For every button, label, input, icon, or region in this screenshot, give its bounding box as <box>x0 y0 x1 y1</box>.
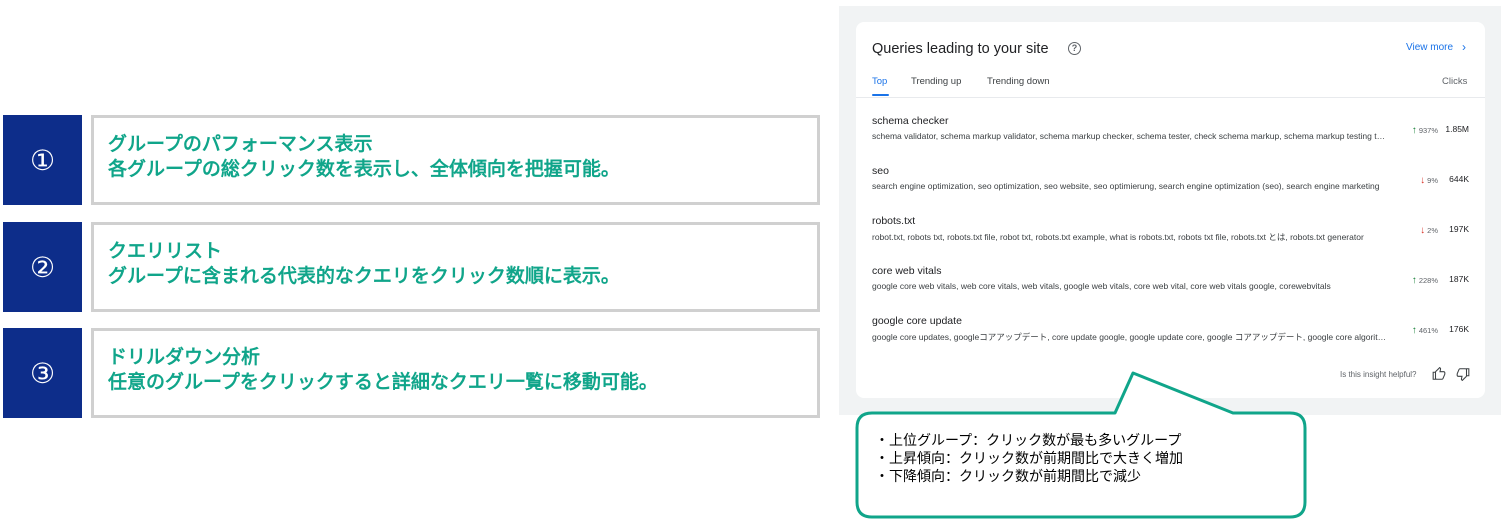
feature-description-box-2: クエリリスト グループに含まれる代表的なクエリをクリック数順に表示。 <box>91 222 820 312</box>
callout-line-top: ・上位グループ：クリック数が最も多いグループ <box>875 433 1182 449</box>
clicks-column-header: Clicks <box>1442 76 1468 87</box>
query-trend: ↓ 2% <box>1396 225 1438 236</box>
helpful-prompt: Is this insight helpful? <box>1340 370 1417 379</box>
arrow-up-icon: ↑ <box>1411 325 1417 336</box>
arrow-down-icon: ↓ <box>1420 225 1426 236</box>
query-trend: ↑ 937% <box>1396 125 1438 136</box>
thumbs-up-icon[interactable] <box>1432 367 1446 381</box>
tabs-divider <box>856 97 1485 98</box>
feature-row-3: ③ ドリルダウン分析 任意のグループをクリックすると詳細なクエリ一覧に移動可能。 <box>3 328 820 418</box>
query-variants: google core updates, googleコアアップデート, cor… <box>872 332 1387 342</box>
query-title: google core update <box>872 315 962 327</box>
query-clicks: 187K <box>1449 274 1469 284</box>
feature-description-box-3: ドリルダウン分析 任意のグループをクリックすると詳細なクエリ一覧に移動可能。 <box>91 328 820 418</box>
query-title: seo <box>872 165 889 177</box>
feature-text-3: 任意のグループをクリックすると詳細なクエリ一覧に移動可能。 <box>108 371 658 393</box>
feature-title-2: クエリリスト <box>108 240 223 262</box>
feature-title-1: グループのパフォーマンス表示 <box>108 133 373 155</box>
query-clicks: 176K <box>1449 324 1469 334</box>
chevron-right-icon[interactable]: › <box>1462 40 1466 54</box>
view-more-link[interactable]: View more <box>1406 42 1453 53</box>
query-trend-value: 9% <box>1427 176 1438 185</box>
query-variants: robot.txt, robots txt, robots.txt file, … <box>872 232 1364 242</box>
query-trend-value: 2% <box>1427 226 1438 235</box>
help-icon[interactable]: ? <box>1068 42 1081 55</box>
feature-number-1: ① <box>3 115 82 205</box>
feature-number-3: ③ <box>3 328 82 418</box>
query-trend: ↓ 9% <box>1396 175 1438 186</box>
arrow-up-icon: ↑ <box>1411 275 1417 286</box>
query-title: robots.txt <box>872 215 916 227</box>
query-clicks: 644K <box>1449 174 1469 184</box>
query-variants: schema validator, schema markup validato… <box>872 131 1387 141</box>
query-trend-value: 937% <box>1418 126 1438 135</box>
query-row[interactable]: seo search engine optimization, seo opti… <box>856 165 1485 209</box>
query-trend: ↑ 461% <box>1396 325 1438 336</box>
feature-row-1: ① グループのパフォーマンス表示 各グループの総クリック数を表示し、全体傾向を把… <box>3 115 820 205</box>
active-tab-indicator <box>872 94 889 96</box>
tab-trending-up[interactable]: Trending up <box>911 76 961 87</box>
query-variants: search engine optimization, seo optimiza… <box>872 181 1380 191</box>
query-row[interactable]: robots.txt robot.txt, robots txt, robots… <box>856 215 1485 259</box>
query-title: schema checker <box>872 115 949 127</box>
query-clicks: 1.85M <box>1445 124 1469 134</box>
feature-number-2: ② <box>3 222 82 312</box>
query-clicks: 197K <box>1449 224 1469 234</box>
card-title: Queries leading to your site <box>872 41 1049 57</box>
arrow-down-icon: ↓ <box>1420 175 1426 186</box>
feature-text-2: グループに含まれる代表的なクエリをクリック数順に表示。 <box>108 265 620 287</box>
feature-text-1: 各グループの総クリック数を表示し、全体傾向を把握可能。 <box>108 158 620 180</box>
tab-top[interactable]: Top <box>872 76 887 87</box>
feature-title-3: ドリルダウン分析 <box>108 346 261 368</box>
callout-line-trending-down: ・下降傾向：クリック数が前期間比で減少 <box>875 469 1141 485</box>
callout-line-trending-up: ・上昇傾向：クリック数が前期間比で大きく増加 <box>875 451 1183 467</box>
thumbs-down-icon[interactable] <box>1456 367 1470 381</box>
feature-row-2: ② クエリリスト グループに含まれる代表的なクエリをクリック数順に表示。 <box>3 222 820 312</box>
arrow-up-icon: ↑ <box>1411 125 1417 136</box>
query-row[interactable]: schema checker schema validator, schema … <box>856 115 1485 159</box>
tab-trending-down[interactable]: Trending down <box>987 76 1050 87</box>
query-variants: google core web vitals, web core vitals,… <box>872 281 1331 291</box>
queries-card: Queries leading to your site ? View more… <box>856 22 1485 398</box>
query-title: core web vitals <box>872 265 942 277</box>
callout-text: ・上位グループ：クリック数が最も多いグループ ・上昇傾向：クリック数が前期間比で… <box>875 432 1183 486</box>
query-row[interactable]: core web vitals google core web vitals, … <box>856 265 1485 309</box>
feature-description-box-1: グループのパフォーマンス表示 各グループの総クリック数を表示し、全体傾向を把握可… <box>91 115 820 205</box>
query-trend: ↑ 228% <box>1396 275 1438 286</box>
query-row[interactable]: google core update google core updates, … <box>856 315 1485 359</box>
query-trend-value: 228% <box>1418 276 1438 285</box>
query-trend-value: 461% <box>1418 326 1438 335</box>
